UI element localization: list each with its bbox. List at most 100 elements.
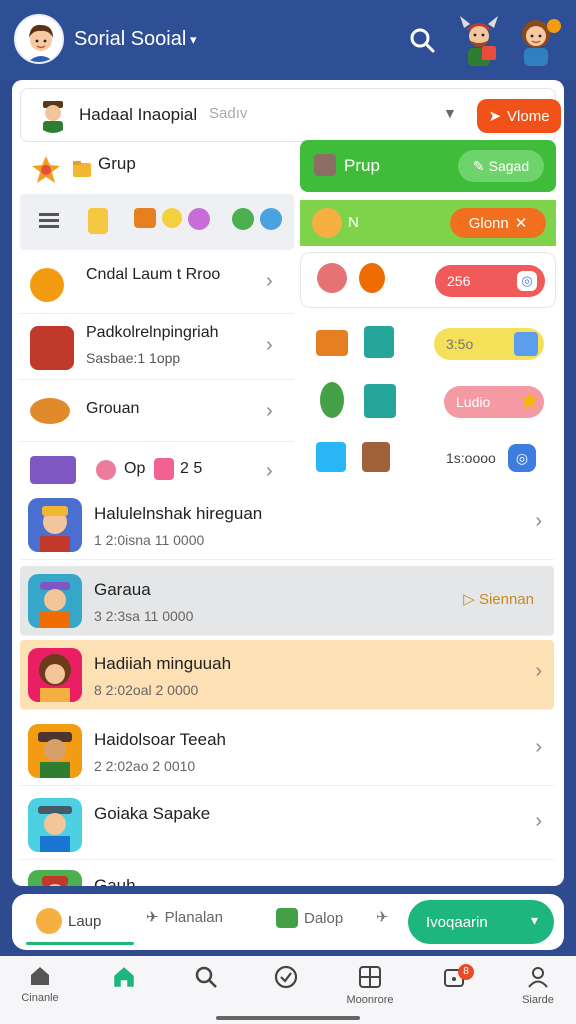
- bag-icon: [364, 384, 396, 418]
- chat-name: Haidolsoar Teeah: [94, 730, 226, 749]
- check-circle-icon: [274, 965, 298, 989]
- tab-laup[interactable]: Laup: [36, 908, 101, 934]
- character-girl-icon[interactable]: [514, 14, 562, 66]
- bread-icon: [30, 398, 70, 424]
- player-avatar: [30, 326, 74, 370]
- left-row-4-title: Op: [124, 460, 146, 477]
- nav-item-search[interactable]: [174, 964, 238, 994]
- chat-name: Garaua: [94, 580, 151, 599]
- coin-icon: [312, 208, 342, 238]
- chat-meta: 2 2:02ao 2 0010: [94, 758, 196, 774]
- card-icon[interactable]: [88, 208, 108, 234]
- list-item[interactable]: Hadiiah minguuah 8 2:02oal 2 0000 ›: [20, 640, 554, 710]
- join-button-label: Glonn: [468, 214, 509, 232]
- tab-dalop[interactable]: Dalop: [276, 908, 343, 928]
- chat-list: Halulelnshak hireguan 1 2:0isna 11 0000 …: [12, 490, 564, 886]
- chevron-down-icon[interactable]: ▾: [190, 32, 197, 48]
- score-pill-4: 1s:oooo ◎: [434, 442, 544, 474]
- score-pill-1: 256 ◎: [435, 265, 545, 297]
- star-burst-icon: [32, 156, 60, 183]
- house-icon: [31, 967, 49, 985]
- nav-item-notifications[interactable]: 8: [422, 964, 486, 994]
- character-icon: [317, 263, 347, 293]
- lime-bar[interactable]: N Glonn ✕: [300, 200, 556, 246]
- group-selector-bar: Hadaal Inaopial Sadıv ▼ ➤ Vlome: [20, 88, 561, 142]
- list-item[interactable]: Gauh: [20, 862, 554, 886]
- chevron-down-icon[interactable]: ▼: [443, 105, 457, 121]
- chat-icon: [276, 908, 298, 928]
- left-row-3-title: Grouan: [86, 400, 140, 417]
- chat-avatar: [28, 574, 82, 628]
- list-item[interactable]: Haidolsoar Teeah 2 2:02ao 2 0010 ›: [20, 716, 554, 786]
- list-icon[interactable]: [36, 208, 62, 234]
- left-row-1[interactable]: Cndal Laum t Rroo ›: [20, 254, 294, 314]
- view-button-label: Vlome: [507, 107, 550, 125]
- chevron-right-icon: ›: [535, 736, 542, 758]
- right-row-2[interactable]: 3:5o: [300, 316, 556, 372]
- send-action[interactable]: ▷ Siennan: [463, 590, 534, 608]
- pizza-box-icon: [316, 330, 348, 356]
- chat-meta: 1 2:0isna 11 0000: [94, 532, 205, 548]
- camera-icon: ◎: [517, 271, 537, 291]
- list-item[interactable]: Garaua 3 2:3sa 11 0000 ▷ Siennan: [20, 566, 554, 636]
- nav-item-profile[interactable]: Siarde: [506, 964, 570, 1006]
- basket-icon: [316, 442, 346, 472]
- lime-label: N: [348, 214, 359, 231]
- join-button[interactable]: Glonn ✕: [450, 208, 546, 238]
- search-icon[interactable]: [408, 26, 436, 54]
- notification-badge: 8: [458, 964, 474, 980]
- leaf-icon[interactable]: [232, 208, 254, 230]
- globe-icon[interactable]: [260, 208, 282, 230]
- right-panel: Prup ✎ Sagad N Glonn ✕ 256 ◎ 3:5o Ludio …: [300, 140, 556, 490]
- nav-item-home[interactable]: Cinanle: [8, 964, 72, 1004]
- left-row-2[interactable]: Padkolrelnpingriah Sasbae:1 1opp ›: [20, 314, 294, 380]
- right-row-1[interactable]: 256 ◎: [300, 252, 556, 308]
- prup-bar[interactable]: Prup ✎ Sagad: [300, 140, 556, 192]
- hex-icon: ◎: [508, 444, 536, 472]
- cube-icon: [364, 326, 394, 358]
- profile-avatar[interactable]: [14, 14, 64, 64]
- left-row-3[interactable]: Grouan ›: [20, 382, 294, 442]
- list-item[interactable]: Goiaka Sapake ›: [20, 790, 554, 860]
- grup-label: Grup: [98, 154, 136, 173]
- view-button[interactable]: ➤ Vlome: [477, 99, 561, 133]
- emoji-icon[interactable]: [162, 208, 182, 228]
- main-card: Hadaal Inaopial Sadıv ▼ ➤ Vlome Grup Cnd…: [12, 80, 564, 886]
- chat-avatar: [28, 498, 82, 552]
- chevron-right-icon: ›: [266, 334, 273, 356]
- send-icon[interactable]: ✈: [376, 908, 389, 926]
- quick-icons-strip: [20, 194, 294, 250]
- smile-icon: [36, 908, 62, 934]
- die-icon: [514, 332, 538, 356]
- box-icon: [314, 154, 336, 176]
- score-pill-2: 3:5o: [434, 328, 544, 360]
- bottom-nav: Cinanle Moonrore 8 Siarde: [0, 956, 576, 1024]
- save-button[interactable]: ✎ Sagad: [458, 150, 544, 182]
- tab-planalan[interactable]: ✈ Planalan: [146, 908, 223, 927]
- app-title[interactable]: Sorial Sooial: [74, 28, 186, 51]
- star-icon[interactable]: [188, 208, 210, 230]
- coins-icon: [154, 458, 174, 480]
- badge-icon: [359, 263, 385, 293]
- chevron-right-icon: ›: [535, 810, 542, 832]
- search-icon: [195, 966, 217, 988]
- group-title: Hadaal Inaopial: [79, 105, 198, 124]
- group-select[interactable]: Sadıv: [209, 105, 247, 122]
- list-item[interactable]: Halulelnshak hireguan 1 2:0isna 11 0000 …: [20, 490, 554, 560]
- home-icon: [114, 967, 134, 987]
- chest-icon[interactable]: [134, 208, 156, 228]
- nav-item-check[interactable]: [254, 964, 318, 994]
- pencil-icon: ✎: [472, 157, 485, 174]
- nav-item-main[interactable]: [92, 964, 156, 994]
- grup-header[interactable]: Grup: [20, 148, 294, 192]
- tab-ivoqaarin[interactable]: Ivoqaarin ▾: [408, 900, 554, 944]
- home-indicator[interactable]: [216, 1016, 360, 1020]
- left-row-4-value: 2 5: [180, 460, 203, 477]
- right-row-4[interactable]: 1s:oooo ◎: [300, 430, 556, 486]
- chat-name: Goiaka Sapake: [94, 804, 211, 823]
- right-row-3[interactable]: Ludio ★: [300, 374, 556, 430]
- chat-meta: 8 2:02oal 2 0000: [94, 682, 199, 698]
- crate-icon: [362, 442, 390, 472]
- nav-item-more[interactable]: Moonrore: [338, 964, 402, 1006]
- character-viking-icon[interactable]: [456, 14, 502, 66]
